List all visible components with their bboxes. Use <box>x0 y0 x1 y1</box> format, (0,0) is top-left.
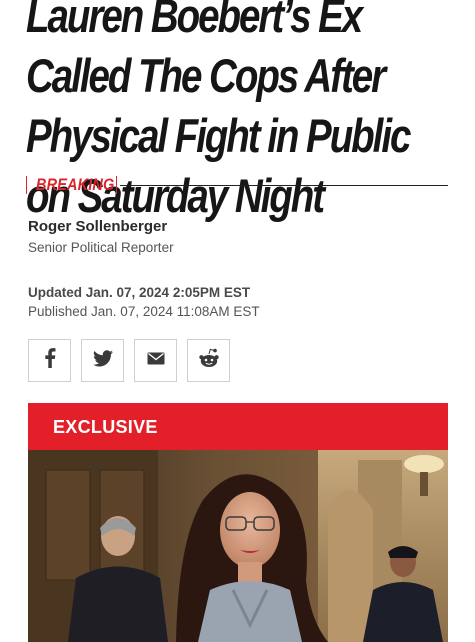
hero-photo <box>28 450 448 642</box>
breaking-label: BREAKING <box>36 175 115 194</box>
author-role: Senior Political Reporter <box>28 240 174 255</box>
twitter-icon <box>92 349 113 372</box>
exclusive-label: EXCLUSIVE <box>53 417 158 437</box>
updated-timestamp: Updated Jan. 07, 2024 2:05PM EST <box>28 285 251 300</box>
breaking-right-divider <box>116 176 117 194</box>
share-buttons <box>28 339 230 383</box>
share-reddit-button[interactable] <box>187 339 230 382</box>
exclusive-banner: EXCLUSIVE <box>28 403 448 450</box>
breaking-rule <box>120 185 448 186</box>
published-timestamp: Published Jan. 07, 2024 11:08AM EST <box>28 304 260 319</box>
hero-media[interactable]: EXCLUSIVE <box>28 403 448 642</box>
author-name[interactable]: Roger Sollenberger <box>28 218 167 235</box>
breaking-tag[interactable]: BREAKING <box>26 172 448 198</box>
reddit-icon <box>198 348 220 373</box>
share-twitter-button[interactable] <box>81 339 124 382</box>
email-icon <box>147 352 165 370</box>
share-email-button[interactable] <box>134 339 177 382</box>
facebook-icon <box>44 348 56 373</box>
breaking-left-divider <box>26 176 27 194</box>
share-facebook-button[interactable] <box>28 339 71 382</box>
